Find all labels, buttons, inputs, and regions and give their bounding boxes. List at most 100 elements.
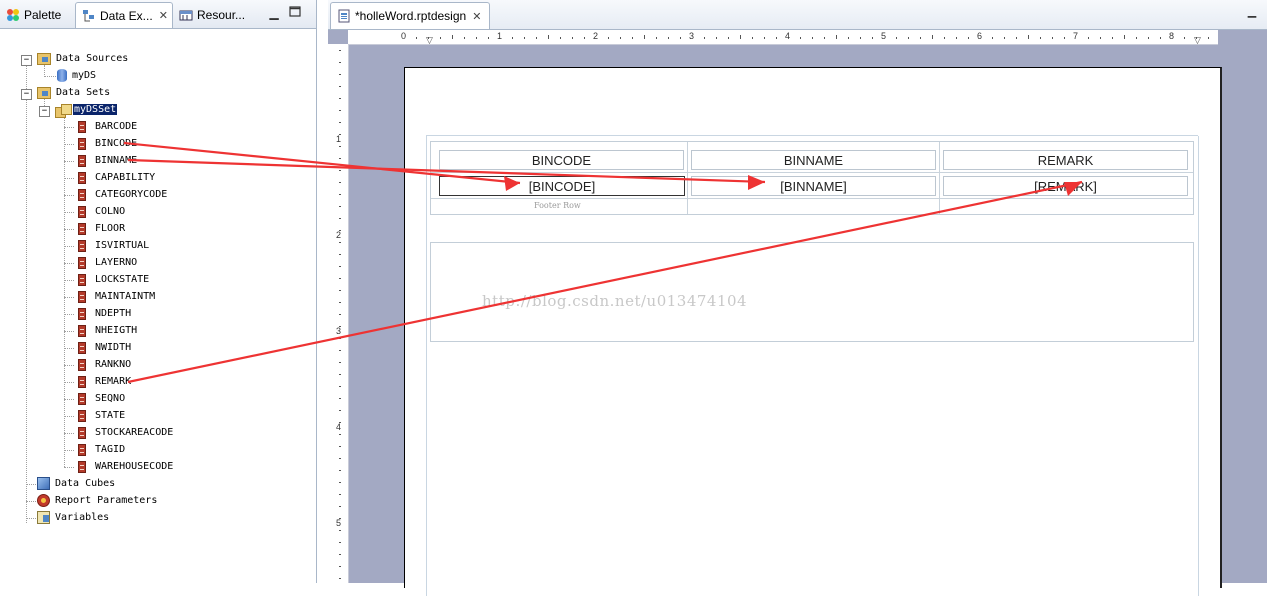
tree-node-column-ndepth[interactable]: NDEPTH [78, 305, 132, 322]
data-sources-folder-icon [37, 52, 51, 65]
ruler-tick [339, 122, 341, 123]
tab-resource-explorer[interactable]: Resour... [173, 2, 251, 27]
ruler-tick [608, 37, 609, 39]
tree-node-column-warehousecode[interactable]: WAREHOUSECODE [78, 458, 174, 475]
ruler-tick [1112, 37, 1113, 39]
tree-connector [64, 467, 74, 468]
tree-node-myds[interactable]: myDS [57, 67, 97, 84]
tree-node-label: RANKNO [95, 359, 132, 370]
report-table[interactable]: BINCODE BINNAME REMARK [BINCODE] [BINNAM… [430, 141, 1194, 215]
tree-node-column-maintaintm[interactable]: MAINTAINTM [78, 288, 156, 305]
tree-connector [26, 63, 27, 523]
tree-node-label: LOCKSTATE [95, 274, 150, 285]
tree-node-column-colno[interactable]: COLNO [78, 203, 126, 220]
ruler-tick [339, 242, 341, 243]
collapse-toggle[interactable]: − [21, 55, 32, 66]
tree-node-column-capability[interactable]: CAPABILITY [78, 169, 156, 186]
tree-node-column-barcode[interactable]: BARCODE [78, 118, 138, 135]
tree-node-column-rankno[interactable]: RANKNO [78, 356, 132, 373]
tree-node-column-floor[interactable]: FLOOR [78, 220, 126, 237]
tree-node-variables[interactable]: Variables [37, 509, 110, 526]
tree-node-column-lockstate[interactable]: LOCKSTATE [78, 271, 150, 288]
ruler-tick [776, 37, 777, 39]
minimize-icon[interactable]: ▁ [267, 6, 281, 20]
tree-node-column-remark[interactable]: REMARK [78, 373, 132, 390]
maximize-icon[interactable] [288, 6, 302, 20]
tab-report-design[interactable]: *holleWord.rptdesign ✕ [330, 2, 491, 29]
ruler-tick [512, 37, 513, 39]
ruler-tick [992, 37, 993, 39]
tree-connector [26, 484, 36, 485]
tab-data-explorer[interactable]: Data Ex... ✕ [75, 2, 173, 28]
layout-canvas[interactable]: 0 1 2 3 4 5 6 7 8 ▽ ▽ 1 2 3 4 5 BINCODE BINNAME REMARK… [328, 30, 1267, 596]
margin-marker-icon[interactable]: ▽ [426, 35, 433, 46]
tree-connector [64, 331, 74, 332]
tree-node-label: NDEPTH [95, 308, 132, 319]
tab-palette[interactable]: Palette [0, 2, 74, 27]
tree-node-data-cubes[interactable]: Data Cubes [37, 475, 116, 492]
tree-node-label: BARCODE [95, 121, 138, 132]
minimize-icon[interactable]: ▁ [1246, 6, 1258, 18]
ruler-label: 2 [336, 230, 342, 240]
collapse-toggle[interactable]: − [21, 89, 32, 100]
tree-node-column-seqno[interactable]: SEQNO [78, 390, 126, 407]
ruler-tick [339, 554, 341, 555]
column-icon [78, 358, 86, 371]
ruler-tick [944, 37, 945, 39]
tree-node-label: STATE [95, 410, 126, 421]
ruler-tick [339, 158, 341, 159]
tree-connector [64, 229, 74, 230]
tree-node-label: Data Sets [56, 87, 111, 98]
ruler-tick [668, 37, 669, 39]
ruler-tick [339, 326, 341, 327]
collapse-toggle[interactable]: − [39, 106, 50, 117]
palette-icon [6, 8, 20, 22]
tree-connector [64, 450, 74, 451]
tree-connector [26, 501, 36, 502]
detail-cell-binname[interactable]: [BINNAME] [691, 176, 936, 196]
tree-node-column-isvirtual[interactable]: ISVIRTUAL [78, 237, 150, 254]
margin-marker-icon[interactable]: ▽ [1194, 35, 1201, 46]
ruler-label: 4 [785, 31, 791, 41]
close-icon[interactable]: ✕ [159, 9, 168, 22]
close-icon[interactable]: ✕ [472, 10, 481, 23]
tree-connector [64, 212, 74, 213]
ruler-tick [440, 37, 441, 39]
tree-node-report-parameters[interactable]: Report Parameters [37, 492, 158, 509]
tree-node-column-tagid[interactable]: TAGID [78, 441, 126, 458]
ruler-tick [836, 35, 837, 39]
tree-node-label: Report Parameters [55, 495, 158, 506]
ruler-tick [920, 37, 921, 39]
ruler-tick [339, 74, 341, 75]
tree-node-label: MAINTAINTM [95, 291, 156, 302]
tree-node-column-layerno[interactable]: LAYERNO [78, 254, 138, 271]
tree-node-column-binname[interactable]: BINNAME [78, 152, 138, 169]
tree-node-label: FLOOR [95, 223, 126, 234]
ruler-tick [339, 230, 341, 231]
tree-node-data-sets[interactable]: Data Sets [37, 84, 111, 101]
tree-node-column-categorycode[interactable]: CATEGORYCODE [78, 186, 168, 203]
tree-node-label: myDSSet [73, 104, 118, 115]
ruler-tick [1088, 37, 1089, 39]
ruler-label: 6 [977, 31, 983, 41]
tree-node-mydsset[interactable]: myDSSet [55, 101, 118, 118]
tree-node-column-nheigth[interactable]: NHEIGTH [78, 322, 138, 339]
detail-cell-remark[interactable]: [REMARK] [943, 176, 1188, 196]
tree-node-column-nwidth[interactable]: NWIDTH [78, 339, 132, 356]
header-cell-binname[interactable]: BINNAME [691, 150, 936, 170]
tree-node-data-sources[interactable]: Data Sources [37, 50, 129, 67]
column-icon [78, 443, 86, 456]
report-page[interactable]: BINCODE BINNAME REMARK [BINCODE] [BINNAM… [404, 67, 1222, 596]
ruler-tick [339, 170, 341, 171]
tree-node-column-bincode[interactable]: BINCODE [78, 135, 138, 152]
header-cell-bincode[interactable]: BINCODE [439, 150, 684, 170]
column-icon [78, 205, 86, 218]
header-cell-remark[interactable]: REMARK [943, 150, 1188, 170]
tree-node-column-stockareacode[interactable]: STOCKAREACODE [78, 424, 174, 441]
detail-cell-bincode[interactable]: [BINCODE] [439, 176, 685, 196]
ruler-tick [339, 266, 341, 267]
ruler-tick [704, 37, 705, 39]
ruler-tick [476, 37, 477, 39]
tree-node-column-state[interactable]: STATE [78, 407, 126, 424]
ruler-tick [339, 470, 341, 471]
